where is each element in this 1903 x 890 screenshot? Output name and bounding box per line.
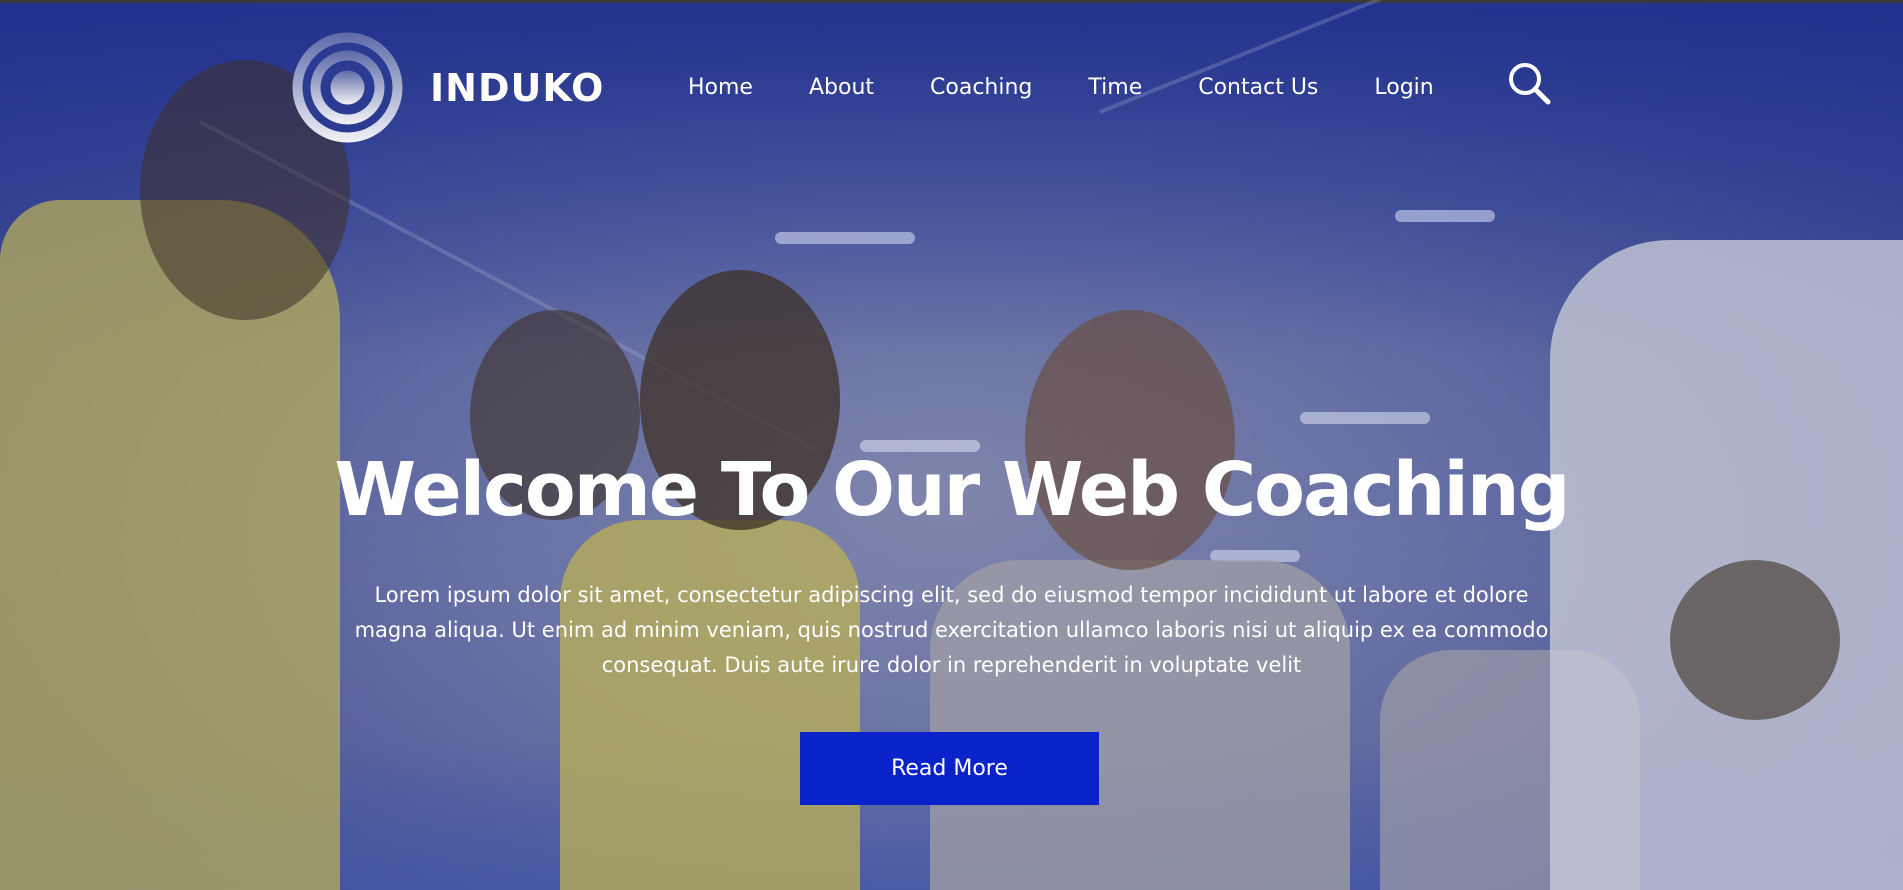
nav-item-contact-us[interactable]: Contact Us [1198, 70, 1318, 106]
nav-item-about[interactable]: About [809, 70, 874, 106]
ceiling-light [1300, 412, 1430, 424]
ceiling-light [775, 232, 915, 244]
nav-item-login[interactable]: Login [1374, 70, 1433, 106]
hero-title: Welcome To Our Web Coaching [334, 447, 1571, 533]
hero-section: INDUKO Home About Coaching Time Contact … [0, 0, 1903, 890]
hero-description: Lorem ipsum dolor sit amet, consectetur … [354, 583, 1549, 677]
ceiling-light [1395, 210, 1495, 222]
player-center-jersey [560, 520, 860, 890]
search-icon[interactable] [1506, 60, 1552, 106]
nav-item-coaching[interactable]: Coaching [930, 70, 1032, 106]
concentric-circles-logo-icon[interactable] [290, 30, 405, 145]
main-nav: Home About Coaching Time Contact Us Logi… [688, 70, 1434, 106]
read-more-button[interactable]: Read More [800, 732, 1099, 805]
nav-item-home[interactable]: Home [688, 70, 753, 106]
site-header: INDUKO Home About Coaching Time Contact … [0, 0, 1903, 150]
nav-item-time[interactable]: Time [1088, 70, 1142, 106]
brand-name[interactable]: INDUKO [430, 62, 604, 114]
player-right-hands [1670, 560, 1840, 720]
